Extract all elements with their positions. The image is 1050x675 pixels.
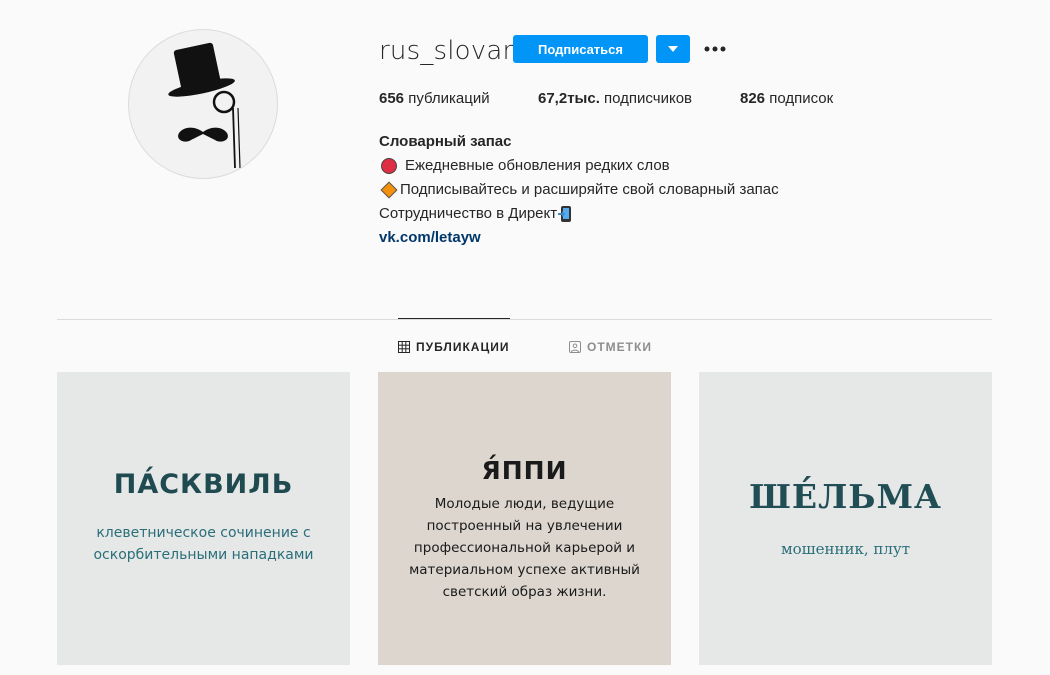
bio-line-2-text: Подписывайтесь и расширяйте свой словарн… xyxy=(400,181,779,198)
profile-page: rus_slovar Подписаться 656 публикаций 67… xyxy=(0,0,1050,675)
profile-username: rus_slovar xyxy=(379,36,514,66)
posts-count-stat: 656 публикаций xyxy=(379,90,490,108)
post-word: ШЕ́ЛЬМА xyxy=(749,477,942,516)
caret-down-icon xyxy=(668,46,678,52)
tab-posts-label: ПУБЛИКАЦИИ xyxy=(416,340,510,354)
bio-line-3: Сотрудничество в Директ xyxy=(379,202,779,226)
bio-line-3-text: Сотрудничество в Директ xyxy=(379,205,558,222)
follow-button[interactable]: Подписаться xyxy=(513,35,648,63)
bio-line-1-text: Ежедневные обновления редких слов xyxy=(405,157,670,174)
post-thumbnail[interactable]: ПА́СКВИЛЬ клеветническое сочинение с оск… xyxy=(57,372,350,665)
tagged-person-icon xyxy=(569,341,581,353)
tab-tagged[interactable]: ОТМЕТКИ xyxy=(569,338,652,356)
following-count: 826 xyxy=(740,90,766,107)
suggested-accounts-dropdown-button[interactable] xyxy=(656,35,690,63)
post-thumbnail[interactable]: Я́ППИ Молодые люди, ведущие построенный … xyxy=(378,372,671,665)
post-definition: мошенник, плут xyxy=(780,540,911,558)
profile-full-name: Словарный запас xyxy=(379,133,512,150)
more-dots-icon xyxy=(704,46,726,52)
followers-count: 67,2тыс. xyxy=(538,90,600,107)
active-tab-indicator xyxy=(398,318,510,319)
post-thumbnail[interactable]: ШЕ́ЛЬМА мошенник, плут xyxy=(699,372,992,665)
tab-posts[interactable]: ПУБЛИКАЦИИ xyxy=(398,338,509,356)
followers-label: подписчиков xyxy=(604,90,693,107)
orange-diamond-icon xyxy=(380,181,398,199)
following-label: подписок xyxy=(769,90,834,107)
tabs-divider xyxy=(57,319,992,320)
grid-icon xyxy=(398,341,410,353)
tab-tagged-label: ОТМЕТКИ xyxy=(587,340,652,354)
post-word: ПА́СКВИЛЬ xyxy=(113,469,294,500)
following-stat[interactable]: 826 подписок xyxy=(740,90,833,108)
red-circle-icon xyxy=(381,158,397,174)
followers-stat[interactable]: 67,2тыс. подписчиков xyxy=(538,90,692,108)
profile-avatar[interactable] xyxy=(128,29,278,179)
bio-line-1: Ежедневные обновления редких слов xyxy=(379,154,779,178)
post-definition: Молодые люди, ведущие построенный на увл… xyxy=(409,496,640,600)
post-definition: клеветническое сочинение с оскорбительны… xyxy=(93,525,314,563)
profile-bio: Словарный запас Ежедневные обновления ре… xyxy=(379,130,779,250)
top-hat-monocle-logo-icon xyxy=(168,42,241,169)
bio-external-link[interactable]: vk.com/letayw xyxy=(379,226,779,250)
mobile-phone-arrow-icon xyxy=(558,206,572,222)
posts-label: публикаций xyxy=(408,90,490,107)
posts-count: 656 xyxy=(379,90,405,107)
more-options-button[interactable] xyxy=(702,37,728,61)
bio-line-2: Подписывайтесь и расширяйте свой словарн… xyxy=(379,178,779,202)
post-word: Я́ППИ xyxy=(481,456,568,485)
